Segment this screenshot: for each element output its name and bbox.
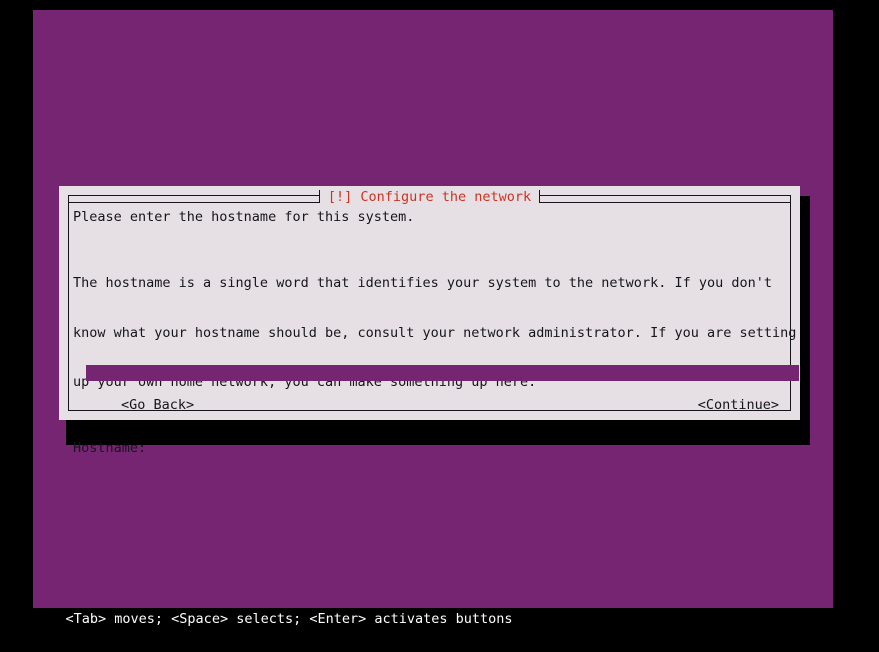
continue-button[interactable]: <Continue> [698,397,779,413]
dialog-button-row: <Go Back> <Continue> [73,397,799,413]
title-rule-left [68,189,320,203]
go-back-button[interactable]: <Go Back> [121,397,194,413]
intro-text: Please enter the hostname for this syste… [73,209,415,225]
dialog-content: Please enter the hostname for this syste… [73,204,799,456]
title-rule-right [539,189,792,203]
dialog-title: [!] Configure the network [319,189,540,205]
configure-network-dialog: [!] Configure the network Please enter t… [59,186,800,456]
body-line-2: know what your hostname should be, consu… [73,324,797,341]
status-bar-text: <Tab> moves; <Space> selects; <Enter> ac… [65,611,513,627]
installer-terminal-canvas: [!] Configure the network Please enter t… [33,10,833,608]
screen: [!] Configure the network Please enter t… [0,0,879,631]
status-bar: <Tab> moves; <Space> selects; <Enter> ac… [33,586,833,627]
hostname-label: Hostname: [73,440,147,456]
hostname-input[interactable]: jlj.magedu.org__________________________… [86,365,799,381]
body-line-1: The hostname is a single word that ident… [73,275,772,291]
